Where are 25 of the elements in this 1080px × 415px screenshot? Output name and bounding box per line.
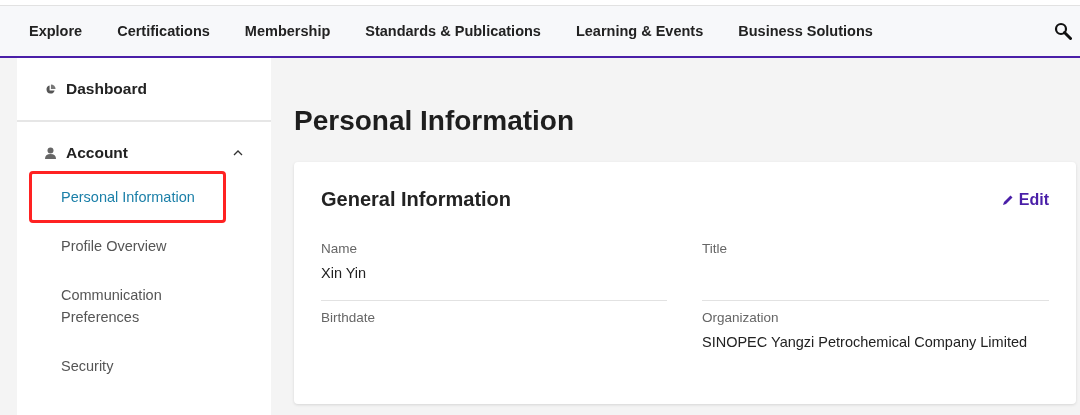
field-value: Xin Yin xyxy=(321,265,367,281)
field-label: Organization xyxy=(702,310,780,325)
pie-chart-icon xyxy=(45,83,56,95)
person-icon xyxy=(45,147,56,159)
sidebar-section-header[interactable]: Dashboard xyxy=(17,58,271,122)
nav-link[interactable]: Certifications xyxy=(117,23,210,39)
sidebar-link[interactable]: Communication Preferences xyxy=(29,284,221,328)
page-title: Personal Information xyxy=(294,105,576,137)
sidebar-link[interactable]: Security xyxy=(29,355,221,377)
field-value: SINOPEC Yangzi Petrochemical Company Limited xyxy=(702,334,1028,350)
field-label: Title xyxy=(702,241,728,256)
nav-link[interactable]: Membership xyxy=(244,23,331,39)
edit-link[interactable]: Edit xyxy=(1001,190,1049,209)
nav-link[interactable]: Business Solutions xyxy=(738,23,873,39)
nav-link[interactable]: Standards & Publications xyxy=(365,23,541,39)
field-label: Name xyxy=(321,241,358,256)
card-title: General Information xyxy=(321,188,512,211)
sidebar-link[interactable]: Personal Information xyxy=(29,171,226,223)
sidebar-link[interactable]: Profile Overview xyxy=(29,235,221,257)
field-label: Birthdate xyxy=(321,310,377,325)
nav-link[interactable]: Explore xyxy=(29,23,83,39)
nav-link[interactable]: Learning & Events xyxy=(575,23,704,39)
pencil-icon xyxy=(1001,193,1014,206)
chevron-icon[interactable] xyxy=(233,150,243,156)
search-icon[interactable] xyxy=(1054,22,1072,40)
